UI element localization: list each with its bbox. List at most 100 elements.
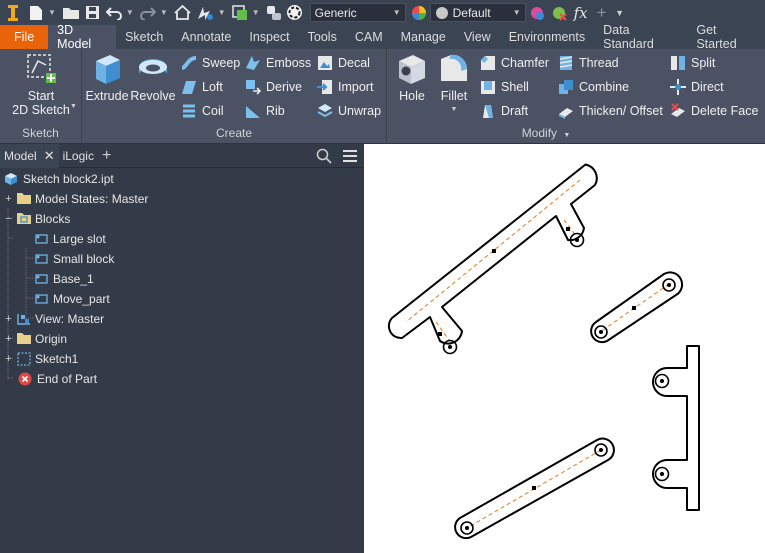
sketch-point[interactable] — [492, 249, 496, 253]
modify-panel-title[interactable]: Modify ▼ — [327, 126, 765, 140]
customize-icon[interactable]: ▼ — [612, 2, 628, 24]
decal-button[interactable]: Decal — [316, 52, 370, 74]
appearance-icon[interactable] — [284, 2, 306, 24]
emboss-button[interactable]: Emboss — [244, 52, 311, 74]
redo-dropdown-icon[interactable]: ▼ — [160, 8, 168, 17]
new-dropdown-icon[interactable]: ▼ — [48, 8, 56, 17]
app-menu-icon[interactable] — [0, 2, 26, 24]
chevron-down-icon: ▼ — [392, 8, 401, 17]
sketch-point[interactable] — [566, 227, 570, 231]
tab-data-standard[interactable]: Data Standard — [594, 23, 687, 51]
tree-item-view[interactable]: + View: Master — [4, 309, 104, 329]
tab-manage[interactable]: Manage — [392, 25, 455, 49]
start-sketch-icon — [27, 54, 56, 83]
tab-get-started[interactable]: Get Started — [687, 23, 765, 51]
undo-dropdown-icon[interactable]: ▼ — [126, 8, 134, 17]
loft-button[interactable]: Loft — [180, 76, 223, 98]
fillet-label: Fillet — [440, 89, 468, 103]
tab-3d-model[interactable]: 3D Model — [48, 23, 117, 51]
tree-item-small-block[interactable]: Small block — [34, 249, 114, 269]
browser-tab-ilogic[interactable]: iLogic — [59, 144, 98, 168]
update-icon[interactable] — [194, 2, 216, 24]
new-icon[interactable] — [26, 2, 46, 24]
select-dropdown-icon[interactable]: ▼ — [252, 8, 260, 17]
direct-button[interactable]: Direct — [669, 76, 724, 98]
tree-item-large-slot[interactable]: Large slot — [34, 229, 106, 249]
tree-item-move-part[interactable]: Move_part — [34, 289, 110, 309]
tab-file[interactable]: File — [0, 25, 49, 49]
delete-face-button[interactable]: Delete Face — [669, 100, 758, 122]
tree-item-end-of-part[interactable]: End of Part — [18, 369, 97, 389]
save-icon[interactable] — [82, 2, 104, 24]
split-button[interactable]: Split — [669, 52, 715, 74]
chevron-down-icon[interactable]: ▼ — [70, 103, 77, 110]
tree-item-model-states[interactable]: + Model States: Master — [4, 189, 148, 209]
rib-button[interactable]: Rib — [244, 100, 285, 122]
revolve-button[interactable]: Revolve — [130, 51, 176, 103]
fillet-button[interactable]: Fillet ▼ — [433, 51, 475, 117]
thicken-offset-button[interactable]: Thicken/ Offset — [557, 100, 663, 122]
expand-icon[interactable]: + — [4, 333, 13, 345]
appearance-override-icon[interactable] — [526, 2, 548, 24]
select-icon[interactable] — [230, 2, 250, 24]
tree-item-origin[interactable]: + Origin — [4, 329, 67, 349]
color-wheel-icon[interactable] — [408, 2, 430, 24]
small-block-outline[interactable] — [590, 271, 684, 344]
fillet-icon — [441, 54, 468, 81]
tab-view[interactable]: View — [455, 25, 500, 49]
chevron-down-icon[interactable]: ▼ — [451, 103, 458, 117]
clear-override-icon[interactable] — [548, 2, 570, 24]
add-icon[interactable]: + — [592, 2, 612, 24]
start-2d-sketch-button[interactable]: Start 2D Sketch — [8, 51, 74, 117]
combine-button[interactable]: Combine — [557, 76, 629, 98]
expand-icon[interactable]: + — [4, 313, 13, 325]
tab-annotate[interactable]: Annotate — [172, 25, 240, 49]
browser-tab-model-label: Model — [4, 148, 37, 163]
sketch-point[interactable] — [438, 332, 442, 336]
material-combo[interactable]: Default ▼ — [429, 3, 526, 22]
menu-icon[interactable] — [342, 149, 358, 166]
extrude-button[interactable]: Extrude — [84, 51, 130, 103]
shell-button[interactable]: Shell — [479, 76, 529, 98]
sketch-canvas[interactable] — [364, 144, 765, 553]
undo-icon[interactable] — [104, 2, 124, 24]
tab-environments[interactable]: Environments — [500, 25, 594, 49]
home-icon[interactable] — [172, 2, 194, 24]
browser-tab-model[interactable]: Model ✕ — [0, 143, 59, 168]
fx-icon[interactable]: fx — [570, 2, 592, 24]
close-icon[interactable]: ✕ — [44, 148, 55, 164]
tree-item-base-1[interactable]: Base_1 — [34, 269, 94, 289]
search-icon[interactable] — [316, 148, 332, 167]
expand-icon[interactable]: + — [4, 353, 13, 365]
import-button[interactable]: Import — [316, 76, 373, 98]
sketch-point[interactable] — [532, 486, 536, 490]
base-block-outline[interactable] — [652, 345, 700, 511]
tab-inspect[interactable]: Inspect — [240, 25, 298, 49]
chamfer-button[interactable]: Chamfer — [479, 52, 549, 74]
update-dropdown-icon[interactable]: ▼ — [218, 8, 226, 17]
tree-item-sketch1[interactable]: + Sketch1 — [4, 349, 78, 369]
tab-sketch[interactable]: Sketch — [116, 25, 172, 49]
add-tab-icon[interactable]: + — [102, 147, 111, 165]
unwrap-button[interactable]: Unwrap — [316, 100, 381, 122]
derive-button[interactable]: Derive — [244, 76, 302, 98]
hole-button[interactable]: Hole — [391, 51, 433, 103]
large-slot-outline[interactable] — [387, 163, 598, 345]
draft-button[interactable]: Draft — [479, 100, 528, 122]
open-icon[interactable] — [60, 2, 82, 24]
expand-icon[interactable]: + — [4, 193, 13, 205]
appearance-style-combo[interactable]: Generic ▼ — [309, 3, 406, 22]
tab-cam[interactable]: CAM — [346, 25, 392, 49]
parameters-icon[interactable] — [264, 2, 284, 24]
tab-tools[interactable]: Tools — [299, 25, 346, 49]
tree-item-blocks[interactable]: − Blocks — [4, 209, 70, 229]
graphics-window[interactable] — [364, 144, 765, 553]
redo-icon[interactable] — [138, 2, 158, 24]
revolve-label: Revolve — [130, 89, 176, 103]
tree-root[interactable]: Sketch block2.ipt — [4, 169, 114, 189]
thread-button[interactable]: Thread — [557, 52, 619, 74]
sweep-button[interactable]: Sweep — [180, 52, 240, 74]
coil-button[interactable]: Coil — [180, 100, 224, 122]
sketch-point[interactable] — [632, 306, 636, 310]
collapse-icon[interactable]: − — [4, 213, 13, 225]
